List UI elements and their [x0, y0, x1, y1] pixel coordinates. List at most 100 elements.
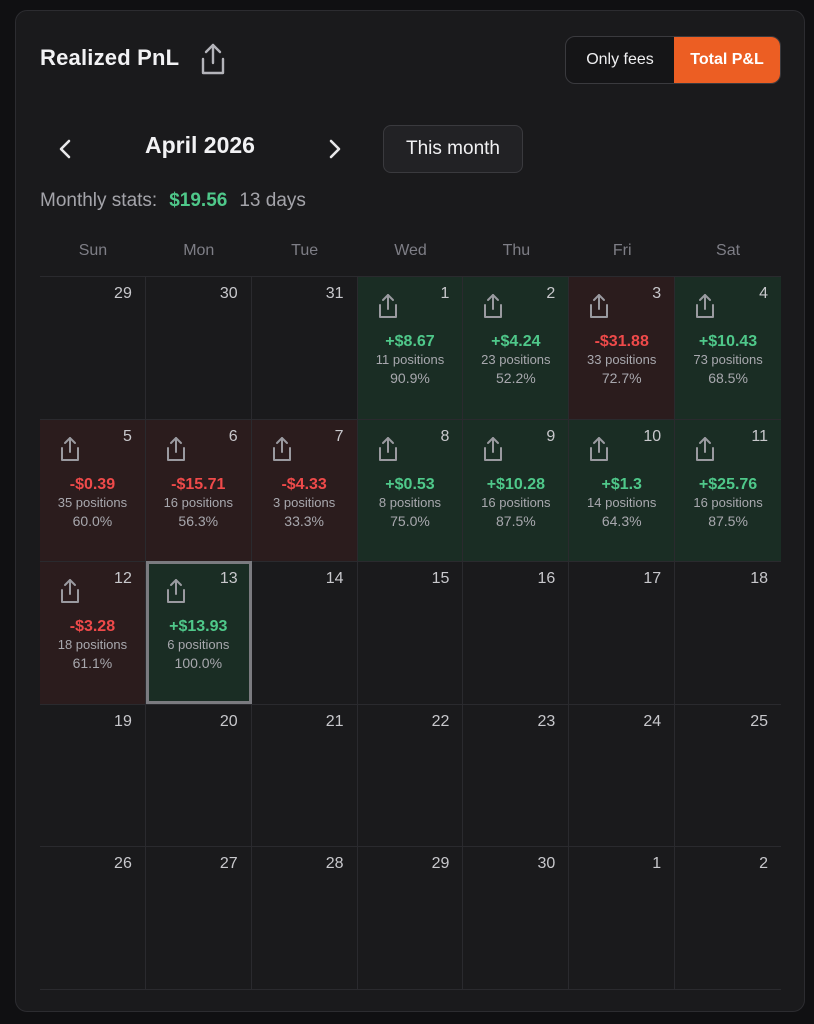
calendar-day-cell[interactable]: 30	[463, 846, 570, 989]
calendar-day-cell[interactable]: 10 +$1.3 14 positions 64.3%	[569, 418, 676, 562]
calendar-day-cell[interactable]: 29	[40, 276, 146, 419]
calendar-day-cell[interactable]: 19	[40, 703, 146, 847]
chevron-right-icon[interactable]	[320, 134, 350, 164]
share-icon[interactable]	[164, 578, 188, 604]
day-positions: 73 positions	[693, 352, 763, 367]
weekday-label: Mon	[183, 242, 215, 259]
share-icon[interactable]	[270, 436, 294, 462]
day-number: 17	[643, 570, 662, 588]
day-positions: 14 positions	[587, 494, 657, 510]
day-pnl: -$0.39	[69, 475, 116, 493]
share-icon[interactable]	[693, 293, 717, 319]
calendar-day-cell[interactable]: 4 +$10.43 73 positions 68.5%	[675, 276, 781, 419]
calendar-day-cell[interactable]: 11 +$25.76 16 positions 87.5%	[675, 418, 781, 562]
calendar-day-cell[interactable]: 2 +$4.24 23 positions 52.2%	[463, 276, 570, 419]
day-number: 10	[643, 427, 662, 445]
calendar-day-cell[interactable]: 30	[145, 276, 252, 419]
total-pnl-button[interactable]: Total P&L	[674, 37, 780, 83]
day-pnl: +$8.67	[385, 333, 435, 350]
calendar-day-cell[interactable]: 17	[569, 561, 676, 704]
day-win-rate: 61.1%	[72, 655, 113, 672]
day-positions: 18 positions	[57, 637, 128, 653]
weekday-label: Sat	[716, 242, 741, 259]
day-number: 21	[325, 712, 344, 730]
day-number: 12	[114, 570, 132, 588]
day-number: 25	[750, 712, 768, 730]
calendar-day-cell[interactable]: 26	[40, 846, 146, 989]
month-label: April 2026	[145, 132, 255, 158]
day-number: 18	[750, 570, 768, 588]
day-win-rate: 100.0%	[174, 655, 223, 672]
this-month-button[interactable]: This month	[383, 125, 523, 173]
day-pnl: -$3.28	[69, 618, 116, 636]
pnl-mode-toggle: Only fees Total P&L	[565, 36, 781, 84]
only-fees-button[interactable]: Only fees	[566, 37, 674, 83]
day-number: 2	[759, 855, 768, 873]
page-title: Realized PnL	[40, 45, 180, 70]
day-number: 31	[325, 285, 344, 302]
calendar-day-cell[interactable]: 14	[251, 561, 358, 704]
calendar-day-cell[interactable]: 15	[357, 561, 464, 704]
day-number: 23	[537, 712, 556, 730]
day-number: 13	[219, 570, 238, 588]
calendar-day-cell[interactable]: 25	[675, 703, 781, 847]
calendar-day-cell[interactable]: 18	[675, 561, 781, 704]
monthly-stats-label: Monthly stats:	[40, 190, 158, 211]
calendar-day-cell[interactable]: 28	[251, 846, 358, 989]
day-positions: 16 positions	[163, 494, 233, 510]
day-number: 6	[228, 427, 238, 445]
calendar-day-cell[interactable]: 31	[251, 276, 358, 419]
calendar-day-cell[interactable]: 8 +$0.53 8 positions 75.0%	[357, 418, 464, 562]
share-icon[interactable]	[587, 293, 611, 319]
calendar-day-cell[interactable]: 1 +$8.67 11 positions 90.9%	[357, 276, 464, 419]
monthly-stats: Monthly stats: $19.56 13 days	[40, 190, 306, 212]
calendar-day-cell[interactable]: 6 -$15.71 16 positions 56.3%	[145, 418, 252, 562]
weekday-header: Sun Mon Tue Wed Thu Fri Sat	[40, 242, 781, 260]
calendar-day-cell[interactable]: 13 +$13.93 6 positions 100.0%	[145, 561, 252, 704]
calendar-day-cell[interactable]: 12 -$3.28 18 positions 61.1%	[40, 561, 146, 704]
day-win-rate: 64.3%	[601, 512, 642, 529]
calendar-day-cell[interactable]: 9 +$10.28 16 positions 87.5%	[463, 418, 570, 562]
chevron-left-icon[interactable]	[50, 134, 80, 164]
share-icon[interactable]	[58, 578, 82, 604]
calendar-day-cell[interactable]: 23	[463, 703, 570, 847]
calendar-day-cell[interactable]: 5 -$0.39 35 positions 60.0%	[40, 418, 146, 562]
share-icon[interactable]	[693, 436, 717, 462]
share-icon[interactable]	[587, 436, 611, 462]
calendar-day-cell[interactable]: 24	[569, 703, 676, 847]
share-icon[interactable]	[376, 293, 400, 319]
share-icon[interactable]	[481, 436, 505, 462]
share-icon[interactable]	[164, 436, 188, 462]
calendar-day-cell[interactable]: 2	[675, 846, 781, 989]
day-pnl: -$4.33	[281, 475, 327, 493]
monthly-stats-amount: $19.56	[169, 190, 228, 211]
day-pnl: +$1.3	[601, 475, 642, 493]
day-pnl: +$25.76	[698, 475, 758, 493]
calendar-day-cell[interactable]: 1	[569, 846, 676, 989]
day-number: 15	[431, 570, 450, 588]
day-number: 2	[546, 285, 556, 302]
day-pnl: +$10.28	[486, 475, 545, 493]
day-number: 26	[114, 855, 132, 873]
share-icon[interactable]	[376, 436, 400, 462]
calendar-day-cell[interactable]: 27	[145, 846, 252, 989]
day-positions: 35 positions	[57, 494, 128, 510]
calendar-day-cell[interactable]: 21	[251, 703, 358, 847]
day-number: 7	[334, 427, 344, 445]
calendar-day-cell[interactable]: 29	[357, 846, 464, 989]
calendar-day-cell[interactable]: 3 -$31.88 33 positions 72.7%	[569, 276, 676, 419]
day-number: 30	[219, 285, 238, 302]
share-icon[interactable]	[197, 42, 229, 76]
calendar-day-cell[interactable]: 16	[463, 561, 570, 704]
share-icon[interactable]	[58, 436, 82, 462]
calendar-day-cell[interactable]: 22	[357, 703, 464, 847]
day-win-rate: 56.3%	[178, 512, 219, 529]
day-positions: 8 positions	[378, 494, 442, 510]
weekday-label: Sun	[78, 242, 108, 259]
calendar-day-cell[interactable]: 20	[145, 703, 252, 847]
day-number: 16	[537, 570, 556, 588]
calendar-day-cell[interactable]: 7 -$4.33 3 positions 33.3%	[251, 418, 358, 562]
share-icon[interactable]	[481, 293, 505, 319]
day-pnl: +$4.24	[491, 333, 541, 350]
day-win-rate: 33.3%	[284, 512, 324, 529]
